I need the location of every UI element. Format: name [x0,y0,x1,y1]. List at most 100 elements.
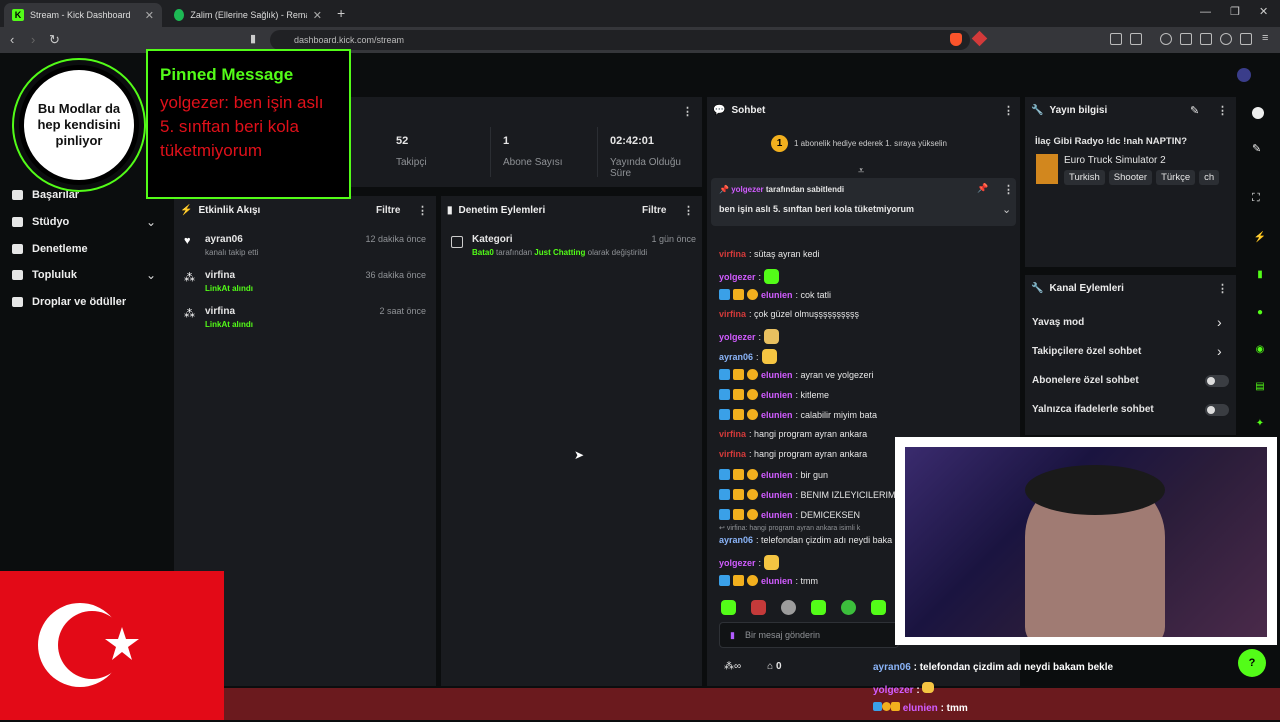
vpn-icon[interactable] [1240,33,1252,45]
emote-icon[interactable] [871,600,886,615]
chevron-down-icon[interactable]: ⌄ [1002,203,1011,216]
close-tab-icon[interactable]: ✕ [145,9,154,22]
gifter-badge-icon [747,369,758,380]
database-icon[interactable]: ▤ [1250,376,1270,396]
chevron-down-icon[interactable]: ⌄ [146,268,156,282]
gift-leaderboard-banner[interactable]: 1 1 abonelik hediye ederek 1. sıraya yük… [771,135,947,152]
more-options-icon[interactable]: ⋮ [1003,183,1014,196]
more-options-icon[interactable]: ⋮ [1003,104,1014,117]
broadcast-icon[interactable]: ◉ [1250,339,1270,359]
moderator-name[interactable]: Bata0 [472,248,494,257]
sidebar-item-community[interactable]: Topluluk [12,269,77,281]
chat-username[interactable]: yolgezer [719,332,756,342]
more-options-icon[interactable]: ⋮ [1217,282,1228,295]
chat-username[interactable]: virfina [719,429,746,439]
wrench-icon: 🔧 [1031,283,1044,294]
notes-icon[interactable]: ▮ [1250,264,1270,284]
more-options-icon[interactable]: ⋮ [1217,104,1228,117]
chat-username[interactable]: virfina [719,309,746,319]
sidebar-item-moderation[interactable]: Denetleme [12,243,88,255]
chat-username[interactable]: elunien [761,576,793,586]
more-options-icon[interactable]: ⋮ [682,105,693,118]
tag-chip[interactable]: Shooter [1108,170,1153,185]
emote-icon[interactable] [841,600,856,615]
emote-icon[interactable] [811,600,826,615]
profile-avatar[interactable] [1237,68,1251,82]
chevron-right-icon[interactable]: › [1217,314,1222,330]
chat-username[interactable]: yolgezer [719,272,756,282]
tag-chip[interactable]: ch [1199,170,1220,185]
pencil-icon[interactable]: ✎ [1252,142,1261,155]
wrench-rail-icon[interactable]: ✦ [1250,413,1270,433]
extensions-icon[interactable] [1110,33,1122,45]
game-cover[interactable] [1036,154,1058,184]
pinned-by-user[interactable]: yolgezer [731,185,763,194]
slow-mode-item[interactable]: Yavaş mod [1032,317,1084,328]
tag-chip[interactable]: Turkish [1064,170,1105,185]
activity-user[interactable]: virfina [205,270,253,281]
chat-username[interactable]: elunien [761,410,793,420]
close-tab-icon[interactable]: ✕ [313,9,322,22]
filter-button[interactable]: Filtre [642,205,666,216]
rewards-icon[interactable] [971,30,988,47]
screenshot-icon[interactable] [1130,33,1142,45]
emote-icon[interactable] [751,600,766,615]
chat-username[interactable]: elunien [761,510,793,520]
new-tab-button[interactable]: + [337,5,345,21]
emote-icon[interactable] [721,600,736,615]
maximize-icon[interactable]: ❐ [1230,5,1240,18]
subscribers-only-toggle[interactable] [1205,375,1229,387]
chevron-right-icon[interactable]: › [1217,343,1222,359]
filter-button[interactable]: Filtre [376,205,400,216]
leo-icon[interactable] [1220,33,1232,45]
points-display[interactable]: ⁂∞ ⌂ 0 [724,661,782,672]
url-field[interactable]: dashboard.kick.com/stream [270,30,970,50]
bookmark-icon[interactable]: ▮ [250,32,256,45]
sidebar-item-drops[interactable]: Droplar ve ödüller [12,296,126,308]
chat-username[interactable]: ayran06 [719,352,753,362]
chat-username[interactable]: elunien [761,470,793,480]
more-options-icon[interactable]: ⋮ [683,204,694,217]
activity-user[interactable]: virfina [205,306,253,317]
chat-input[interactable]: ▮ Bir mesaj gönderin [719,622,899,648]
wallet-icon[interactable] [1200,33,1212,45]
chat-bubble-icon[interactable]: ● [1250,302,1270,322]
panel-header: 💬 Sohbet [713,105,765,116]
chat-username[interactable]: elunien [761,290,793,300]
browser-tab-spotify[interactable]: Zalim (Ellerine Sağlık) - Remaster ✕ [166,3,330,27]
sidebar-item-studio[interactable]: Stüdyo [12,216,69,228]
focus-icon[interactable]: ⛶ [1252,192,1260,205]
lightning-icon[interactable]: ⚡ [1250,227,1270,247]
chat-username[interactable]: elunien [761,490,793,500]
media-icon[interactable] [1160,33,1172,45]
unpin-icon[interactable]: 📌 [977,183,988,194]
activity-user[interactable]: ayran06 [205,234,258,245]
chat-username[interactable]: virfina [719,449,746,459]
info-icon[interactable] [1252,107,1264,119]
chat-message: virfina: sütaş ayran kedi [719,249,820,259]
forward-icon[interactable]: › [31,32,35,47]
chevron-down-icon[interactable]: ⌄ [146,215,156,229]
brave-shield-icon[interactable] [950,33,962,46]
minimize-icon[interactable]: — [1200,6,1211,18]
chat-username[interactable]: elunien [761,370,793,380]
sidebar-icon[interactable] [1180,33,1192,45]
emote-only-toggle[interactable] [1205,404,1229,416]
chat-username[interactable]: virfina [719,249,746,259]
followers-only-item[interactable]: Takipçilere özel sohbet [1032,346,1141,357]
tag-chip[interactable]: Türkçe [1156,170,1196,185]
reload-icon[interactable]: ↻ [49,32,60,48]
more-options-icon[interactable]: ⋮ [417,204,428,217]
game-name[interactable]: Euro Truck Simulator 2 [1064,155,1166,166]
chat-username[interactable]: elunien [761,390,793,400]
chat-username[interactable]: yolgezer [719,558,756,568]
menu-icon[interactable]: ≡ [1262,32,1268,44]
edit-icon[interactable]: ✎ [1190,104,1199,117]
chat-username[interactable]: ayran06 [719,535,753,545]
emote-icon[interactable] [781,600,796,615]
collapse-icon[interactable]: ⩡ [858,165,864,178]
window-close-icon[interactable]: ✕ [1259,5,1268,18]
browser-tab-kick[interactable]: K Stream - Kick Dashboard ✕ [4,3,162,27]
microphone-icon[interactable]: ▮ [730,630,735,641]
back-icon[interactable]: ‹ [10,32,14,47]
